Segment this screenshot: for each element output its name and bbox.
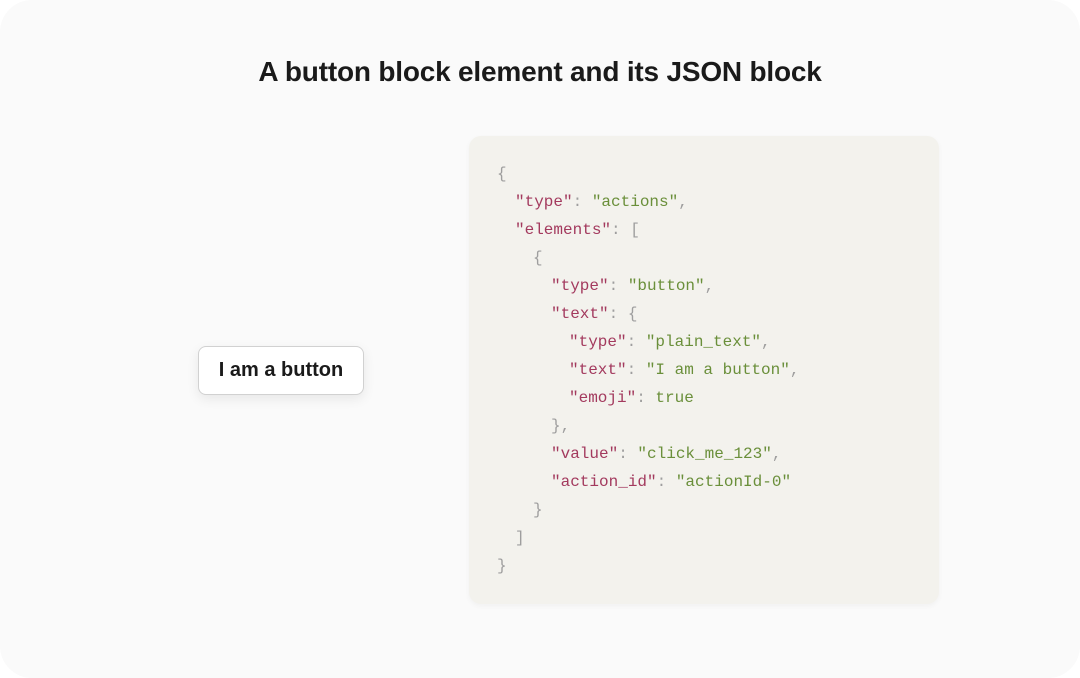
code-line: "value": "click_me_123", xyxy=(497,440,911,468)
code-token: : xyxy=(573,193,592,211)
json-code-block: {"type": "actions","elements": [{"type":… xyxy=(469,136,939,604)
document-card: A button block element and its JSON bloc… xyxy=(0,0,1080,678)
code-token: { xyxy=(497,165,507,183)
code-token: : xyxy=(618,445,637,463)
code-token: : [ xyxy=(611,221,640,239)
code-token: : xyxy=(609,277,628,295)
code-line: "type": "button", xyxy=(497,272,911,300)
code-token: "elements" xyxy=(515,221,611,239)
code-token: "type" xyxy=(569,333,627,351)
code-token: { xyxy=(533,249,543,267)
code-token: "text" xyxy=(569,361,627,379)
code-token: , xyxy=(772,445,782,463)
code-token: "actions" xyxy=(592,193,678,211)
page-title: A button block element and its JSON bloc… xyxy=(60,56,1020,88)
code-line: } xyxy=(497,552,911,580)
code-token: true xyxy=(655,389,693,407)
code-token: "value" xyxy=(551,445,618,463)
code-token: : { xyxy=(609,305,638,323)
code-token: "plain_text" xyxy=(646,333,761,351)
code-token: "emoji" xyxy=(569,389,636,407)
code-line: "text": { xyxy=(497,300,911,328)
code-line: "elements": [ xyxy=(497,216,911,244)
code-token: : xyxy=(627,333,646,351)
content-row: I am a button {"type": "actions","elemen… xyxy=(60,136,1020,604)
button-preview-column: I am a button xyxy=(141,346,421,395)
code-token: "actionId-0" xyxy=(676,473,791,491)
code-line: } xyxy=(497,496,911,524)
code-token: : xyxy=(657,473,676,491)
code-line: "action_id": "actionId-0" xyxy=(497,468,911,496)
code-token: : xyxy=(627,361,646,379)
code-token: "type" xyxy=(551,277,609,295)
demo-button[interactable]: I am a button xyxy=(198,346,364,395)
code-line: { xyxy=(497,244,911,272)
code-token: , xyxy=(705,277,715,295)
code-token: , xyxy=(761,333,771,351)
code-token: , xyxy=(678,193,688,211)
code-token: , xyxy=(790,361,800,379)
code-token: ] xyxy=(515,529,525,547)
code-line: "text": "I am a button", xyxy=(497,356,911,384)
code-line: "type": "actions", xyxy=(497,188,911,216)
code-token: "type" xyxy=(515,193,573,211)
code-token: "click_me_123" xyxy=(637,445,771,463)
code-token: } xyxy=(533,501,543,519)
code-line: }, xyxy=(497,412,911,440)
code-token: } xyxy=(497,557,507,575)
code-token: : xyxy=(636,389,655,407)
code-token: "button" xyxy=(628,277,705,295)
code-line: ] xyxy=(497,524,911,552)
code-token: "I am a button" xyxy=(646,361,790,379)
code-token: "text" xyxy=(551,305,609,323)
code-token: "action_id" xyxy=(551,473,657,491)
code-line: "type": "plain_text", xyxy=(497,328,911,356)
code-line: { xyxy=(497,160,911,188)
code-token: }, xyxy=(551,417,570,435)
code-line: "emoji": true xyxy=(497,384,911,412)
